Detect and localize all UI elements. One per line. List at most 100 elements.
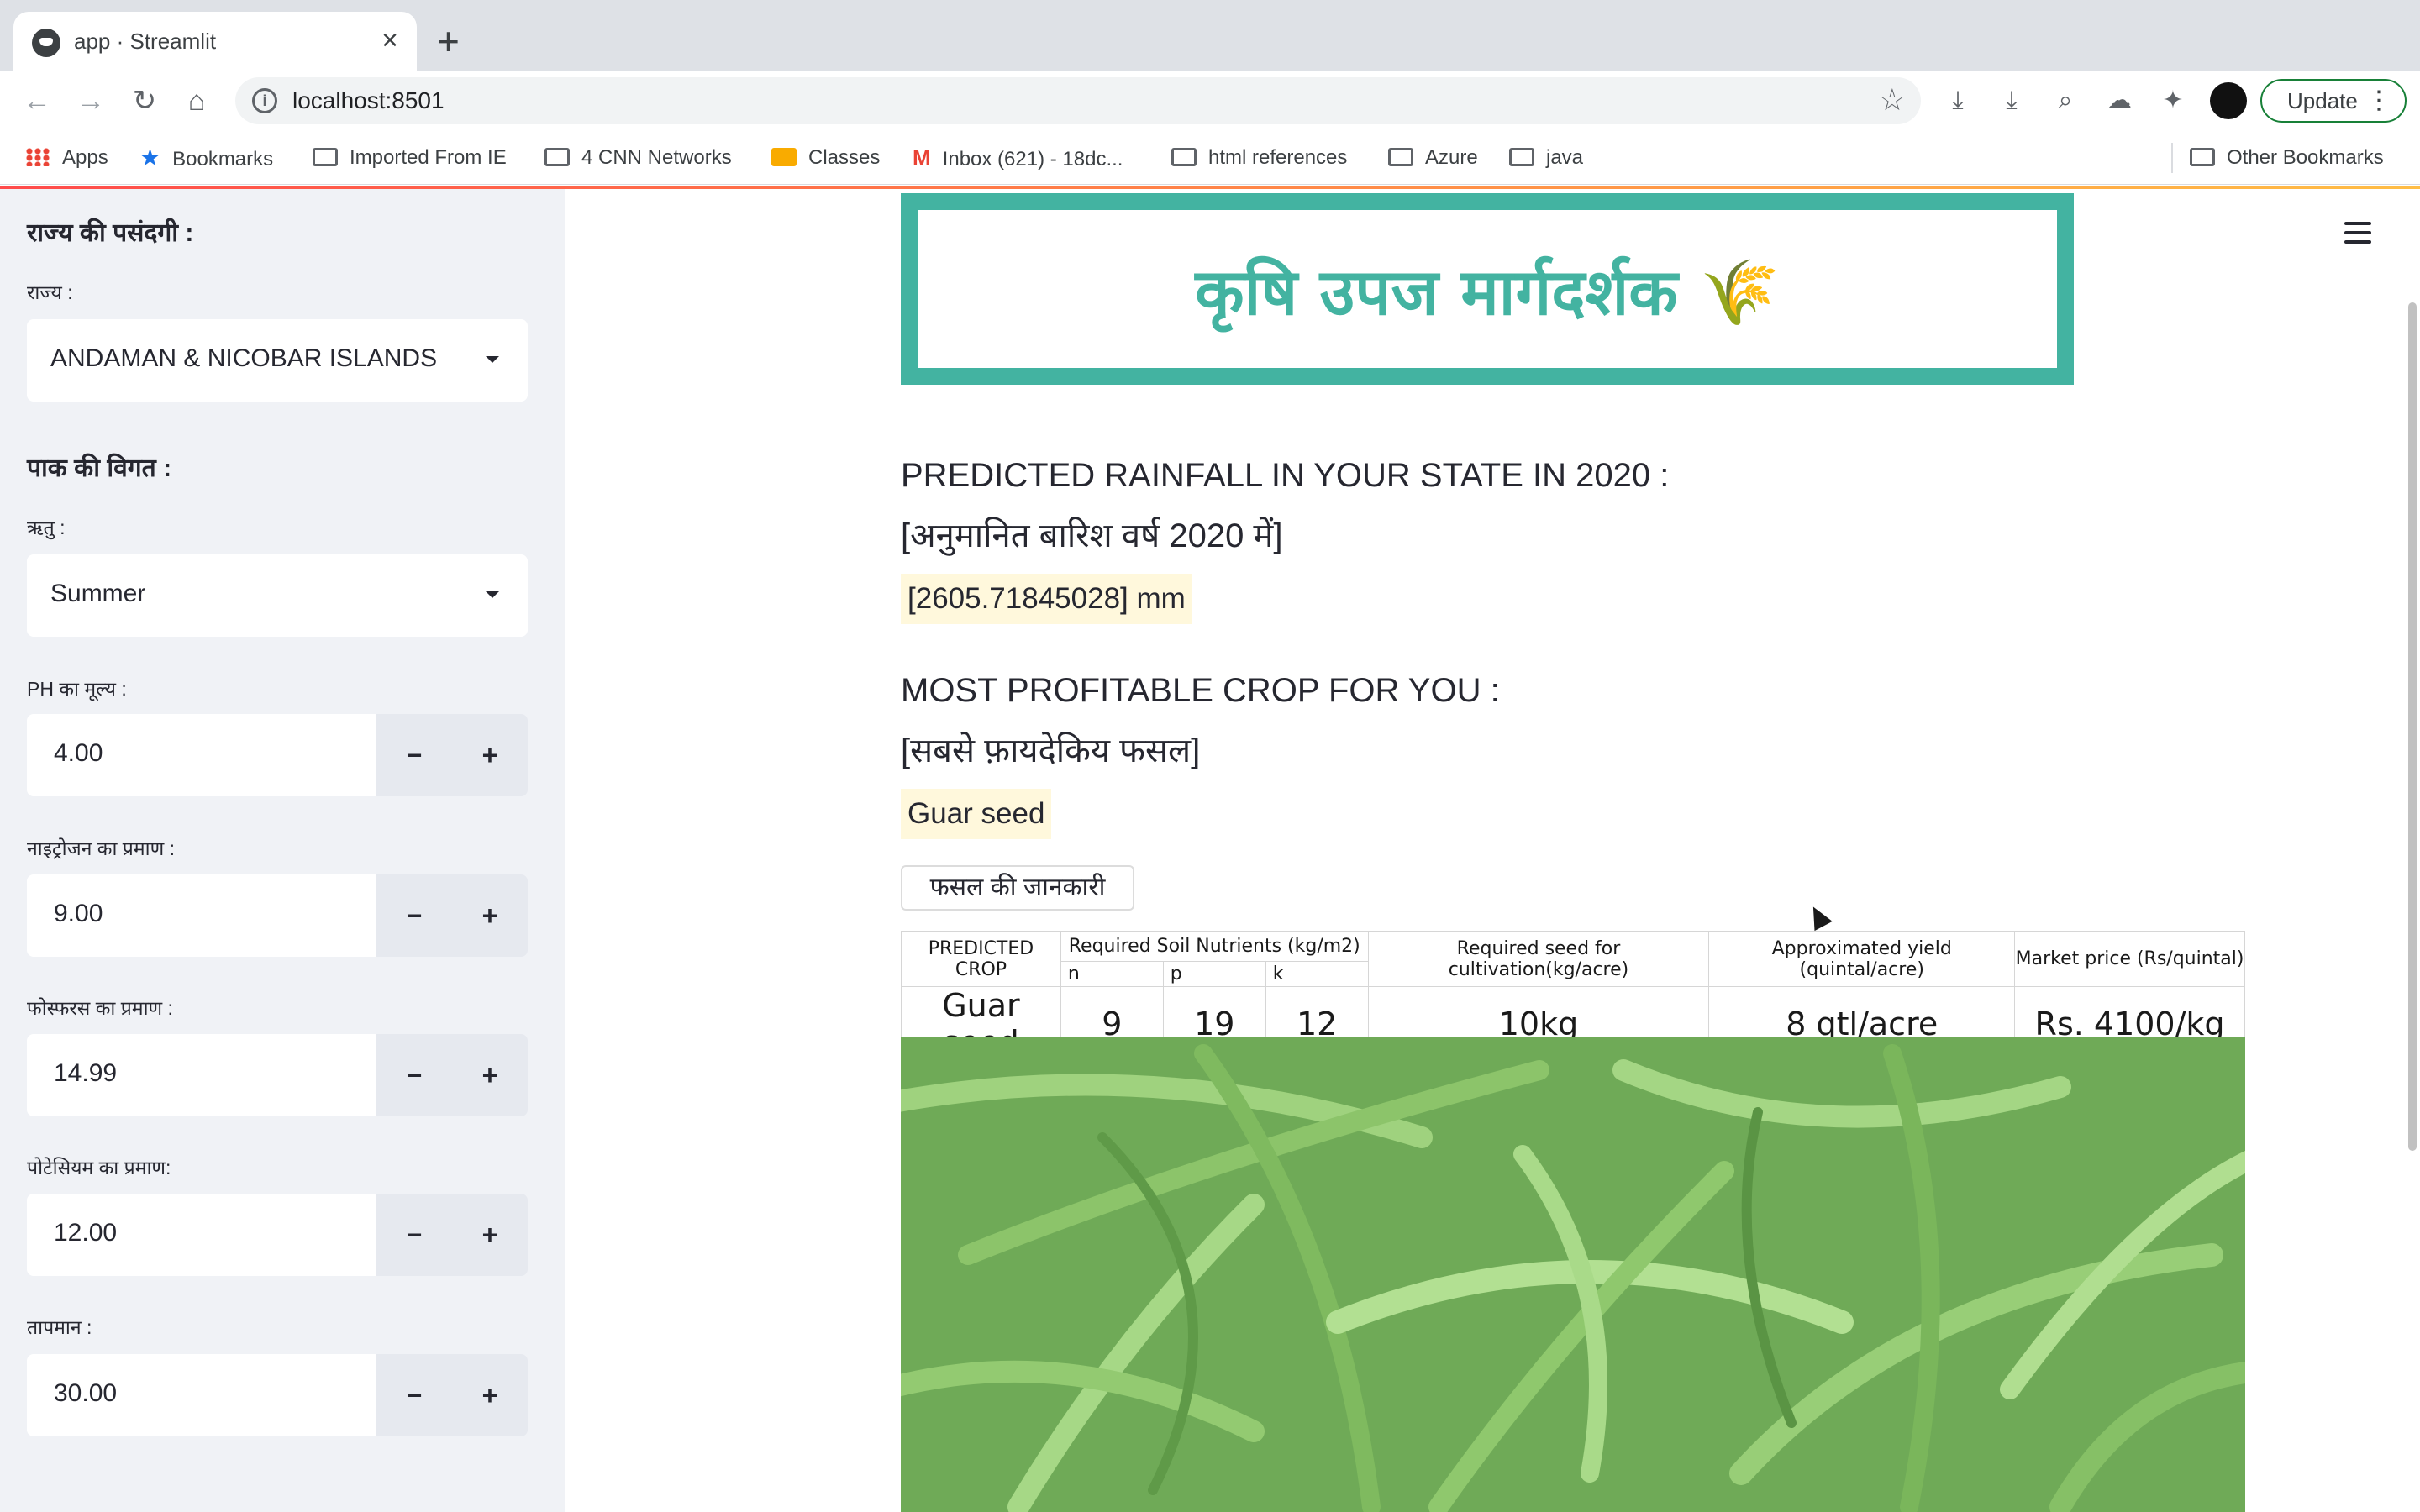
nitrogen-decrement-button[interactable]: − bbox=[376, 874, 452, 957]
bookmark-java[interactable]: java bbox=[1509, 141, 1583, 175]
download-icon[interactable]: ⤓ bbox=[1938, 81, 1978, 121]
table-header-row: PREDICTED CROP Required Soil Nutrients (… bbox=[901, 931, 2245, 987]
temperature-value: 30.00 bbox=[54, 1379, 118, 1407]
nitrogen-value: 9.00 bbox=[54, 900, 103, 927]
extension-cloud-icon[interactable]: ☁ bbox=[2099, 81, 2139, 121]
search-icon[interactable]: ⌕ bbox=[2045, 81, 2086, 121]
season-select-value: Summer bbox=[50, 580, 146, 607]
ph-decrement-button[interactable]: − bbox=[376, 714, 452, 796]
season-label: ऋतु : bbox=[27, 517, 66, 538]
col-price: Market price (Rs/quintal) bbox=[2014, 931, 2245, 987]
bookmark-imported-from-ie[interactable]: Imported From IE bbox=[313, 141, 507, 175]
potassium-input-field[interactable]: 12.00 bbox=[27, 1194, 376, 1276]
more-menu-icon[interactable]: ⋮ bbox=[2366, 81, 2391, 121]
bookmark-inbox[interactable]: M Inbox (621) - 18dc... bbox=[913, 141, 1123, 175]
ph-input-field[interactable]: 4.00 bbox=[27, 714, 376, 796]
phosphorus-value: 14.99 bbox=[54, 1059, 118, 1087]
state-select[interactable]: ANDAMAN & NICOBAR ISLANDS bbox=[27, 319, 528, 402]
col-p: p bbox=[1162, 961, 1266, 987]
wheat-icon: 🌾 bbox=[1700, 255, 1780, 329]
phosphorus-increment-button[interactable]: + bbox=[452, 1034, 528, 1116]
profile-avatar[interactable] bbox=[2210, 82, 2247, 119]
potassium-number-input: 12.00 − + bbox=[27, 1194, 528, 1276]
bookmark-azure[interactable]: Azure bbox=[1388, 141, 1478, 175]
bookmark-classes[interactable]: Classes bbox=[771, 141, 880, 175]
crop-heading: MOST PROFITABLE CROP FOR YOU : bbox=[901, 672, 1500, 709]
bookmark-cnn-networks[interactable]: 4 CNN Networks bbox=[544, 141, 732, 175]
folder-icon bbox=[313, 148, 338, 166]
sidebar: राज्य की पसंदगी : राज्य : ANDAMAN & NICO… bbox=[0, 189, 565, 1512]
crop-heading-hindi: [सबसे फ़ायदेकिय फसल] bbox=[901, 732, 1201, 769]
mouse-cursor-icon bbox=[1804, 901, 1833, 932]
state-label: राज्य : bbox=[27, 281, 73, 303]
chevron-down-icon bbox=[486, 356, 499, 363]
folder-icon bbox=[544, 148, 570, 166]
temperature-input-field[interactable]: 30.00 bbox=[27, 1354, 376, 1436]
rainfall-result: [2605.71845028] mm bbox=[901, 574, 1192, 624]
potassium-label: पोटेसियम का प्रमाण: bbox=[27, 1157, 171, 1179]
guar-seed-photo bbox=[901, 1037, 2245, 1512]
address-bar[interactable]: i localhost:8501 ☆ bbox=[235, 77, 1921, 124]
temperature-increment-button[interactable]: + bbox=[452, 1354, 528, 1436]
potassium-decrement-button[interactable]: − bbox=[376, 1194, 452, 1276]
nitrogen-label: नाइट्रोजन का प्रमाण : bbox=[27, 837, 176, 859]
app-title: कृषि उपज मार्गदर्शक 🌾 bbox=[918, 247, 2057, 333]
apps-grid-icon bbox=[25, 148, 50, 166]
folder-icon bbox=[1509, 148, 1534, 166]
star-icon: ★ bbox=[139, 144, 161, 171]
new-tab-icon[interactable]: + bbox=[437, 18, 460, 64]
phosphorus-label: फोस्फरस का प्रमाण : bbox=[27, 997, 173, 1019]
nitrogen-input-field[interactable]: 9.00 bbox=[27, 874, 376, 957]
app-title-text: कृषि उपज मार्गदर्शक bbox=[1195, 255, 1678, 329]
bookmarks-divider bbox=[2171, 143, 2173, 173]
browser-toolbar: ← → ↻ ⌂ i localhost:8501 ☆ ⤓ ⤓ ⌕ ☁ ✦ Upd… bbox=[0, 71, 2420, 131]
hamburger-menu-icon[interactable] bbox=[2344, 222, 2371, 244]
nitrogen-increment-button[interactable]: + bbox=[452, 874, 528, 957]
col-seed: Required seed for cultivation(kg/acre) bbox=[1367, 931, 1710, 987]
season-select[interactable]: Summer bbox=[27, 554, 528, 637]
extensions-puzzle-icon[interactable]: ✦ bbox=[2153, 81, 2193, 121]
page-scrollbar[interactable] bbox=[2408, 302, 2417, 1151]
phosphorus-decrement-button[interactable]: − bbox=[376, 1034, 452, 1116]
ph-label: PH का मूल्य : bbox=[27, 678, 127, 700]
download-icon-2[interactable]: ⤓ bbox=[1991, 81, 2032, 121]
bookmark-other-bookmarks[interactable]: Other Bookmarks bbox=[2190, 141, 2384, 175]
title-banner: कृषि उपज मार्गदर्शक 🌾 bbox=[901, 193, 2074, 385]
state-selection-heading: राज्य की पसंदगी : bbox=[27, 219, 194, 247]
guar-pods-illustration bbox=[901, 1037, 2245, 1512]
bookmark-bookmarks[interactable]: ★ Bookmarks bbox=[139, 141, 273, 175]
gmail-icon: M bbox=[913, 145, 931, 171]
bookmark-html-references[interactable]: html references bbox=[1171, 141, 1347, 175]
classroom-icon bbox=[771, 148, 797, 166]
bookmark-apps[interactable]: Apps bbox=[25, 141, 108, 175]
reload-icon[interactable]: ↻ bbox=[124, 81, 165, 121]
potassium-increment-button[interactable]: + bbox=[452, 1194, 528, 1276]
home-icon[interactable]: ⌂ bbox=[176, 81, 217, 121]
state-select-value: ANDAMAN & NICOBAR ISLANDS bbox=[50, 344, 438, 372]
folder-icon bbox=[2190, 148, 2215, 166]
forward-icon[interactable]: → bbox=[71, 81, 111, 121]
back-icon[interactable]: ← bbox=[17, 81, 57, 121]
update-button[interactable]: Update ⋮ bbox=[2260, 79, 2407, 123]
col-n: n bbox=[1060, 961, 1164, 987]
phosphorus-input-field[interactable]: 14.99 bbox=[27, 1034, 376, 1116]
temperature-number-input: 30.00 − + bbox=[27, 1354, 528, 1436]
ph-value: 4.00 bbox=[54, 739, 103, 767]
folder-icon bbox=[1171, 148, 1197, 166]
ph-increment-button[interactable]: + bbox=[452, 714, 528, 796]
close-icon[interactable]: × bbox=[381, 24, 398, 57]
nitrogen-number-input: 9.00 − + bbox=[27, 874, 528, 957]
update-label: Update bbox=[2287, 88, 2358, 113]
url-text[interactable]: localhost:8501 bbox=[292, 87, 445, 114]
site-info-icon[interactable]: i bbox=[252, 88, 277, 113]
bookmark-star-icon[interactable]: ☆ bbox=[1879, 82, 1906, 118]
folder-icon bbox=[1388, 148, 1413, 166]
col-yield: Approximated yield (quintal/acre) bbox=[1708, 931, 2016, 987]
bookmarks-bar: Apps ★ Bookmarks Imported From IE 4 CNN N… bbox=[0, 131, 2420, 185]
crop-info-button[interactable]: फसल की जानकारी bbox=[901, 865, 1134, 911]
rainfall-heading: PREDICTED RAINFALL IN YOUR STATE IN 2020… bbox=[901, 457, 1670, 494]
ph-number-input: 4.00 − + bbox=[27, 714, 528, 796]
temperature-decrement-button[interactable]: − bbox=[376, 1354, 452, 1436]
col-soil-nutrients: Required Soil Nutrients (kg/m2) bbox=[1060, 931, 1369, 962]
temperature-label: तापमान : bbox=[27, 1316, 92, 1338]
